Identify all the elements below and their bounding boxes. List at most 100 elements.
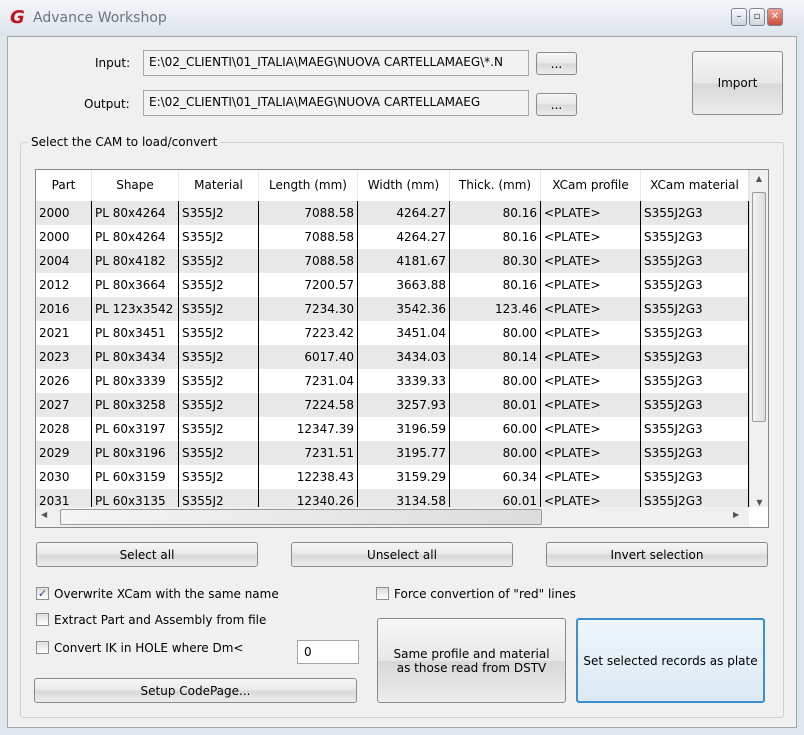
table-row[interactable]: 2000 PL 80x4264 S355J2 7088.58 4264.27 80.16 <… (36, 201, 749, 225)
maximize-button[interactable]: ▫ (749, 8, 765, 26)
table-cell: S355J2 (179, 225, 259, 249)
convert-ik-label: Convert IK in HOLE where Dm< (54, 641, 244, 655)
group-label: Select the CAM to load/convert (28, 135, 221, 149)
column-header[interactable]: Part (36, 170, 92, 201)
import-button[interactable]: Import (692, 51, 783, 115)
column-header[interactable]: Width (mm) (358, 170, 450, 201)
force-red-checkbox[interactable] (376, 587, 389, 600)
invert-selection-button[interactable]: Invert selection (546, 542, 768, 567)
table-row[interactable]: 2016 PL 123x3542 S355J2 7234.30 3542.36 123.4… (36, 297, 749, 321)
input-path-field[interactable]: E:\02_CLIENTI\01_ITALIA\MAEG\NUOVA CARTE… (143, 50, 529, 76)
table-row[interactable]: 2030 PL 60x3159 S355J2 12238.43 3159.29 60.34… (36, 465, 749, 489)
scroll-up-icon[interactable]: ▲ (750, 170, 768, 188)
table-cell: S355J2 (179, 201, 259, 225)
table-cell: S355J2G3 (641, 417, 749, 441)
table-cell: 2004 (36, 249, 92, 273)
table-cell: PL 80x3258 (92, 393, 179, 417)
table-row[interactable]: 2000 PL 80x4264 S355J2 7088.58 4264.27 80.16 <… (36, 225, 749, 249)
same-profile-button[interactable]: Same profile and material as those read … (377, 618, 566, 703)
table-cell: 7223.42 (259, 321, 358, 345)
table-cell: <PLATE> (541, 201, 641, 225)
table-cell: <PLATE> (541, 297, 641, 321)
table-cell: S355J2G3 (641, 297, 749, 321)
table-cell: S355J2 (179, 465, 259, 489)
table-cell: <PLATE> (541, 273, 641, 297)
dm-threshold-input[interactable]: 0 (297, 640, 359, 664)
table-row[interactable]: 2027 PL 80x3258 S355J2 7224.58 3257.93 80.01 <… (36, 393, 749, 417)
table-cell: 3434.03 (358, 345, 450, 369)
input-label: Input: (95, 56, 131, 70)
table-cell: S355J2G3 (641, 465, 749, 489)
table-cell: 3339.33 (358, 369, 450, 393)
table-cell: <PLATE> (541, 417, 641, 441)
cam-table[interactable]: Part Shape Material Length (mm) Width (mm) Th… (35, 169, 769, 528)
table-cell: 2027 (36, 393, 92, 417)
table-cell: 6017.40 (259, 345, 358, 369)
table-cell: PL 80x4182 (92, 249, 179, 273)
table-row[interactable]: 2012 PL 80x3664 S355J2 7200.57 3663.88 80.16 <… (36, 273, 749, 297)
column-header[interactable]: Length (mm) (259, 170, 358, 201)
table-cell: 123.46 (450, 297, 541, 321)
column-header[interactable]: XCam profile (541, 170, 641, 201)
select-all-button[interactable]: Select all (36, 542, 258, 567)
table-cell: PL 80x3434 (92, 345, 179, 369)
table-cell: 2026 (36, 369, 92, 393)
table-cell: <PLATE> (541, 321, 641, 345)
force-red-label: Force convertion of "red" lines (394, 587, 576, 601)
table-cell: S355J2G3 (641, 345, 749, 369)
table-cell: 7224.58 (259, 393, 358, 417)
output-browse-button[interactable]: ... (536, 93, 577, 116)
table-cell: PL 80x3339 (92, 369, 179, 393)
horizontal-scroll-thumb[interactable] (60, 509, 542, 525)
table-cell: PL 80x4264 (92, 201, 179, 225)
table-cell: S355J2G3 (641, 273, 749, 297)
column-header[interactable]: Thick. (mm) (450, 170, 541, 201)
scroll-down-icon[interactable]: ▼ (750, 498, 768, 507)
table-row[interactable]: 2026 PL 80x3339 S355J2 7231.04 3339.33 80.00 <… (36, 369, 749, 393)
unselect-all-button[interactable]: Unselect all (291, 542, 513, 567)
table-cell: S355J2G3 (641, 369, 749, 393)
convert-ik-checkbox[interactable] (36, 641, 49, 654)
overwrite-checkbox[interactable]: ✓ (36, 587, 49, 600)
table-cell: <PLATE> (541, 393, 641, 417)
table-row[interactable]: 2023 PL 80x3434 S355J2 6017.40 3434.03 80.14 <… (36, 345, 749, 369)
minimize-button[interactable]: – (731, 8, 747, 26)
setup-codepage-button[interactable]: Setup CodePage... (34, 678, 357, 703)
table-cell: 2021 (36, 321, 92, 345)
table-cell: <PLATE> (541, 345, 641, 369)
table-cell: 2000 (36, 225, 92, 249)
table-cell: PL 60x3159 (92, 465, 179, 489)
scroll-right-icon[interactable]: ▶ (733, 510, 739, 519)
table-cell: 4181.67 (358, 249, 450, 273)
column-header[interactable]: Material (179, 170, 259, 201)
table-cell: 80.30 (450, 249, 541, 273)
close-button[interactable]: ✕ (767, 8, 783, 26)
table-cell: PL 80x4264 (92, 225, 179, 249)
app-logo-icon: G (10, 7, 25, 28)
table-cell: 2030 (36, 465, 92, 489)
table-cell: 3542.36 (358, 297, 450, 321)
extract-checkbox[interactable] (36, 613, 49, 626)
column-header[interactable]: Shape (92, 170, 179, 201)
table-cell: PL 60x3197 (92, 417, 179, 441)
table-row[interactable]: 2029 PL 80x3196 S355J2 7231.51 3195.77 80.00 <… (36, 441, 749, 465)
table-cell: 2016 (36, 297, 92, 321)
column-header[interactable]: XCam material (641, 170, 749, 201)
table-cell: S355J2 (179, 417, 259, 441)
scroll-left-icon[interactable]: ◀ (41, 510, 47, 519)
table-cell: 80.16 (450, 201, 541, 225)
table-row[interactable]: 2021 PL 80x3451 S355J2 7223.42 3451.04 80.00 <… (36, 321, 749, 345)
table-row[interactable]: 2004 PL 80x4182 S355J2 7088.58 4181.67 80.30 <… (36, 249, 749, 273)
horizontal-scrollbar[interactable]: ◀ ▶ (36, 507, 749, 527)
table-cell: S355J2G3 (641, 393, 749, 417)
table-cell: <PLATE> (541, 465, 641, 489)
vertical-scrollbar[interactable]: ▲ ▼ (749, 170, 768, 507)
table-row[interactable]: 2028 PL 60x3197 S355J2 12347.39 3196.59 60.00… (36, 417, 749, 441)
table-cell: 2029 (36, 441, 92, 465)
set-plate-button[interactable]: Set selected records as plate (576, 618, 765, 703)
vertical-scroll-thumb[interactable] (752, 192, 766, 422)
window-title: Advance Workshop (33, 10, 167, 26)
table-cell: S355J2G3 (641, 225, 749, 249)
input-browse-button[interactable]: ... (536, 52, 577, 75)
output-path-field[interactable]: E:\02_CLIENTI\01_ITALIA\MAEG\NUOVA CARTE… (143, 90, 529, 116)
